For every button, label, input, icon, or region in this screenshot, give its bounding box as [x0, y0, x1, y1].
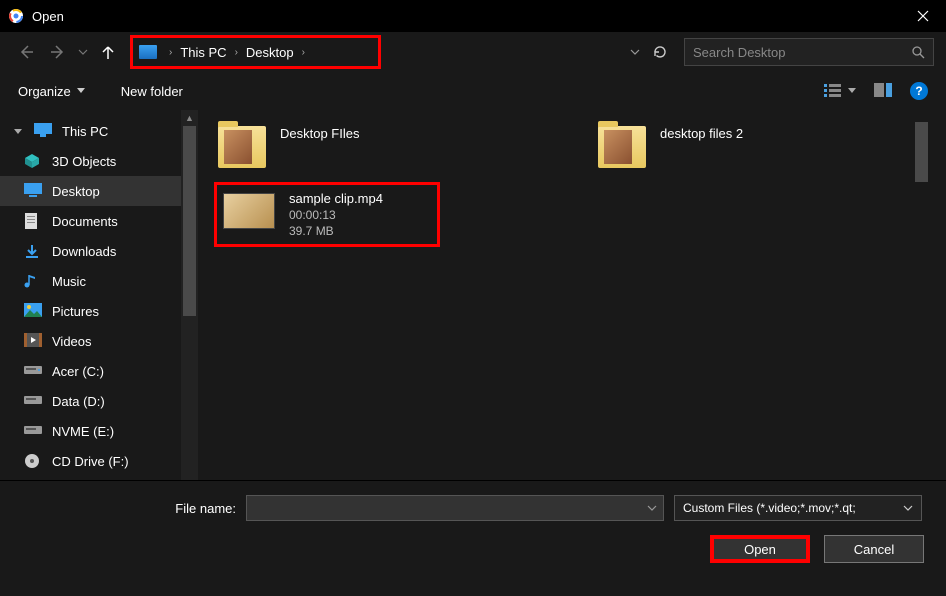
navbar: › This PC › Desktop › Search Desktop [0, 32, 946, 72]
tree-item-videos[interactable]: Videos [0, 326, 181, 356]
history-dropdown-icon[interactable] [630, 49, 640, 55]
preview-pane-icon [874, 82, 892, 98]
videos-icon [24, 333, 42, 349]
tree-item-downloads[interactable]: Downloads [0, 236, 181, 266]
chevron-down-icon [903, 505, 913, 511]
file-duration: 00:00:13 [289, 208, 383, 222]
forward-button[interactable] [44, 38, 72, 66]
document-icon [24, 213, 42, 229]
tree-item-label: Acer (C:) [52, 364, 104, 379]
up-button[interactable] [94, 38, 122, 66]
breadcrumb-seg-thispc[interactable]: This PC [176, 45, 230, 60]
file-name: sample clip.mp4 [289, 191, 383, 206]
monitor-icon [139, 45, 157, 59]
footer: File name: Custom Files (*.video;*.mov;*… [0, 480, 946, 596]
tree-item-label: Videos [52, 334, 92, 349]
filename-label: File name: [18, 501, 236, 516]
chevron-down-icon[interactable] [647, 505, 657, 511]
file-list[interactable]: Desktop FIles desktop files 2 sample cli… [198, 110, 946, 480]
search-placeholder: Search Desktop [693, 45, 911, 60]
tree-item-drive-e[interactable]: NVME (E:) [0, 416, 181, 446]
tree-root-thispc[interactable]: This PC [0, 116, 181, 146]
tree-item-label: NVME (E:) [52, 424, 114, 439]
file-type-select[interactable]: Custom Files (*.video;*.mov;*.qt; [674, 495, 922, 521]
tree-item-label: 3D Objects [52, 154, 116, 169]
pictures-icon [24, 303, 42, 319]
breadcrumb-seg-desktop[interactable]: Desktop [242, 45, 298, 60]
drive-icon [24, 423, 42, 439]
folder-name: Desktop FIles [280, 126, 359, 141]
video-thumbnail [223, 193, 275, 229]
chevron-down-icon [77, 88, 85, 94]
organize-button[interactable]: Organize [18, 84, 85, 99]
scroll-up-icon[interactable]: ▲ [181, 110, 198, 126]
back-button[interactable] [12, 38, 40, 66]
view-list-icon [824, 83, 842, 99]
newfolder-label: New folder [121, 84, 183, 99]
tree-item-label: Downloads [52, 244, 116, 259]
tree-item-drive-d[interactable]: Data (D:) [0, 386, 181, 416]
tree-item-label: Music [52, 274, 86, 289]
chevron-down-icon [848, 88, 856, 94]
file-type-label: Custom Files (*.video;*.mov;*.qt; [683, 501, 856, 515]
view-mode-button[interactable] [824, 83, 856, 99]
drive-icon [24, 393, 42, 409]
tree-item-drive-c[interactable]: Acer (C:) [0, 356, 181, 386]
nav-tree: This PC 3D Objects Desktop Documents Dow… [0, 110, 198, 480]
body-area: This PC 3D Objects Desktop Documents Dow… [0, 110, 946, 480]
disc-icon [24, 453, 42, 469]
filename-input[interactable] [246, 495, 664, 521]
tree-item-desktop[interactable]: Desktop [0, 176, 181, 206]
folder-name: desktop files 2 [660, 126, 743, 141]
tree-root-label: This PC [62, 124, 108, 139]
organize-label: Organize [18, 84, 71, 99]
folder-item[interactable]: Desktop FIles [214, 122, 514, 172]
chevron-right-icon[interactable]: › [231, 47, 242, 58]
window-title: Open [32, 9, 900, 24]
preview-pane-button[interactable] [874, 82, 892, 101]
folder-item[interactable]: desktop files 2 [594, 122, 894, 172]
tree-item-cd-drive[interactable]: CD Drive (F:) [0, 446, 181, 476]
search-input[interactable]: Search Desktop [684, 38, 934, 66]
open-label: Open [744, 542, 776, 557]
cancel-label: Cancel [854, 542, 894, 557]
recent-dropdown[interactable] [76, 38, 90, 66]
close-button[interactable] [900, 0, 946, 32]
chevron-right-icon[interactable]: › [298, 47, 309, 58]
refresh-button[interactable] [652, 44, 668, 60]
folder-icon [598, 126, 646, 168]
open-button[interactable]: Open [710, 535, 810, 563]
folder-icon [218, 126, 266, 168]
scroll-thumb[interactable] [915, 122, 928, 182]
tree-item-label: Desktop [52, 184, 100, 199]
tree-item-3d-objects[interactable]: 3D Objects [0, 146, 181, 176]
help-button[interactable]: ? [910, 82, 928, 100]
scroll-thumb[interactable] [183, 126, 196, 316]
download-icon [24, 243, 42, 259]
tree-item-label: CD Drive (F:) [52, 454, 129, 469]
chevron-right-icon[interactable]: › [165, 47, 176, 58]
drive-icon [24, 363, 42, 379]
search-icon [911, 45, 925, 59]
tree-item-label: Pictures [52, 304, 99, 319]
toolbar: Organize New folder ? [0, 72, 946, 110]
app-icon [8, 8, 24, 24]
cancel-button[interactable]: Cancel [824, 535, 924, 563]
desktop-icon [24, 183, 42, 199]
music-icon [24, 273, 42, 289]
file-item-video[interactable]: sample clip.mp4 00:00:13 39.7 MB [214, 182, 440, 247]
titlebar: Open [0, 0, 946, 32]
new-folder-button[interactable]: New folder [121, 84, 183, 99]
tree-item-documents[interactable]: Documents [0, 206, 181, 236]
tree-scrollbar[interactable]: ▲ [181, 110, 198, 480]
tree-item-label: Data (D:) [52, 394, 105, 409]
tree-item-music[interactable]: Music [0, 266, 181, 296]
file-size: 39.7 MB [289, 224, 383, 238]
breadcrumb[interactable]: › This PC › Desktop › [130, 35, 381, 69]
cube-icon [24, 153, 42, 169]
monitor-icon [34, 123, 52, 139]
tree-item-label: Documents [52, 214, 118, 229]
tree-item-pictures[interactable]: Pictures [0, 296, 181, 326]
files-scrollbar[interactable] [913, 122, 930, 468]
